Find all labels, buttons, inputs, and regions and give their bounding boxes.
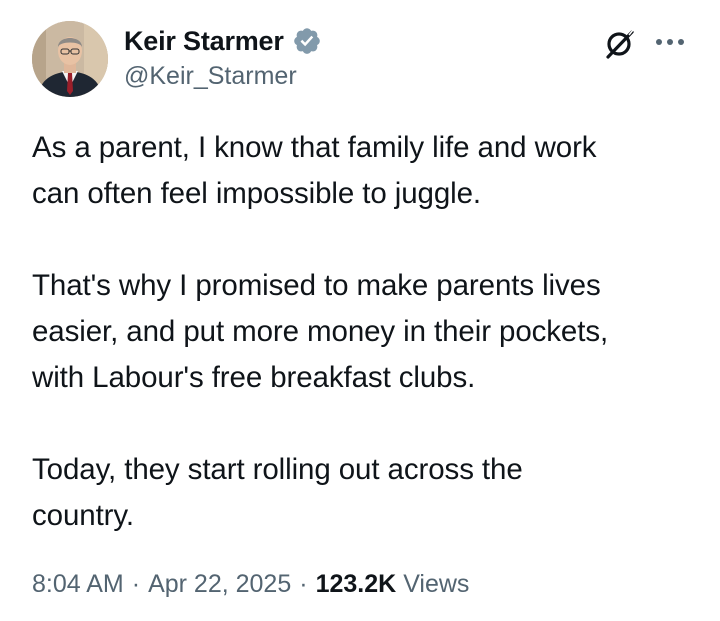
tweet-paragraph: Today, they start rolling out across the… [32,453,523,532]
author-display-name[interactable]: Keir Starmer [124,26,284,57]
views-count[interactable]: 123.2K [316,570,397,599]
meta-separator: · [299,570,308,598]
tweet-paragraph: As a parent, I know that family life and… [32,131,597,210]
more-options-button[interactable] [650,25,690,59]
avatar[interactable] [32,21,108,97]
author-handle[interactable]: @Keir_Starmer [124,62,297,91]
grok-icon [606,29,634,59]
tweet-meta: 8:04 AM · Apr 22, 2025 · 123.2K Views [32,570,469,599]
tweet-time: 8:04 AM [32,570,124,598]
tweet-date: Apr 22, 2025 [148,570,292,598]
tweet-timestamp[interactable]: 8:04 AM · Apr 22, 2025 [32,570,291,599]
avatar-image [32,21,108,97]
verified-badge-icon[interactable] [292,26,322,56]
more-horizontal-icon [656,39,684,45]
tweet-paragraph: That's why I promised to make parents li… [32,269,609,394]
views-label: Views [403,570,470,598]
grok-button[interactable] [600,25,638,63]
meta-separator: · [131,570,141,598]
tweet-card: Keir Starmer @Keir_Starmer As a parent, … [0,0,720,621]
author-name-row: Keir Starmer [124,24,322,58]
tweet-text: As a parent, I know that family life and… [32,125,697,539]
